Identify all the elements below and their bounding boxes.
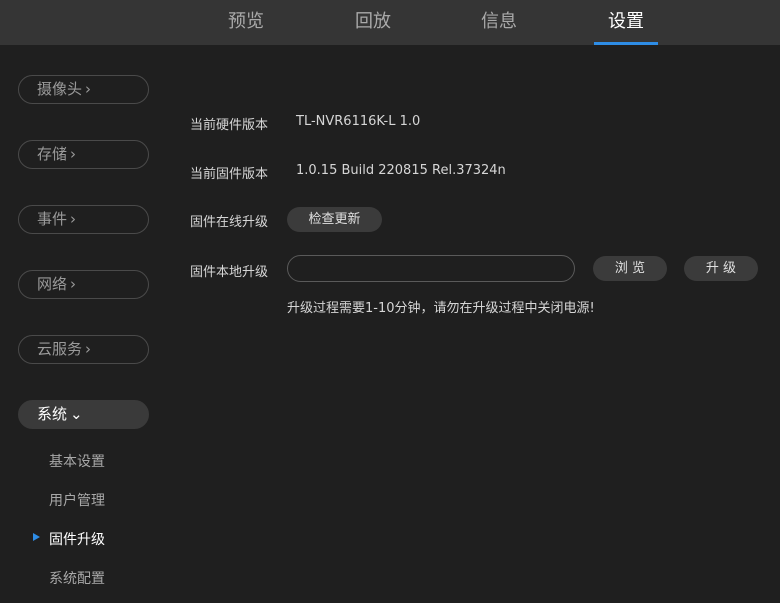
tab-label: 预览	[228, 11, 264, 32]
app-window: 预览 回放 信息 设置 摄像头 › 存储 › 事件 › 网络 › 云服务 › 系统 ⌄	[0, 0, 780, 603]
sidebar-item-label: 网络	[37, 275, 68, 293]
sidebar-item-label: 存储	[37, 145, 68, 163]
hardware-version-label: 当前硬件版本	[190, 118, 269, 133]
sidebar-item-storage[interactable]: 存储 ›	[18, 140, 149, 169]
sidebar-subitem-basic-settings[interactable]: 基本设置	[49, 451, 105, 471]
chevron-right-icon: ›	[85, 80, 92, 98]
firmware-file-input[interactable]	[287, 255, 575, 282]
online-upgrade-label: 固件在线升级	[190, 215, 269, 230]
chevron-right-icon: ›	[70, 145, 77, 163]
tab-label: 回放	[355, 11, 391, 32]
sidebar-item-label: 系统	[37, 405, 68, 423]
firmware-version-value: 1.0.15 Build 220815 Rel.37324n	[296, 163, 506, 178]
sidebar-item-cloud[interactable]: 云服务 ›	[18, 335, 149, 364]
tab-label: 信息	[481, 11, 517, 32]
active-tab-indicator	[594, 42, 658, 45]
local-upgrade-label: 固件本地升级	[190, 265, 269, 280]
sidebar-item-camera[interactable]: 摄像头 ›	[18, 75, 149, 104]
tab-info[interactable]: 信息	[467, 0, 531, 45]
firmware-version-label: 当前固件版本	[190, 167, 269, 182]
sidebar-item-label: 事件	[37, 210, 68, 228]
active-item-arrow-icon	[33, 533, 40, 541]
upgrade-button[interactable]: 升 级	[684, 256, 758, 281]
top-nav: 预览 回放 信息 设置	[0, 0, 780, 45]
tab-label: 设置	[608, 11, 644, 32]
sidebar-item-events[interactable]: 事件 ›	[18, 205, 149, 234]
chevron-right-icon: ›	[70, 210, 77, 228]
tab-settings[interactable]: 设置	[594, 0, 658, 45]
tab-preview[interactable]: 预览	[214, 0, 278, 45]
hardware-version-value: TL-NVR6116K-L 1.0	[296, 114, 421, 129]
sidebar-subitem-firmware-upgrade[interactable]: 固件升级	[49, 529, 105, 549]
check-update-button[interactable]: 检查更新	[287, 207, 382, 232]
sidebar-item-label: 云服务	[37, 340, 83, 358]
sidebar-subitem-system-config[interactable]: 系统配置	[49, 568, 105, 588]
upgrade-warning-text: 升级过程需要1-10分钟，请勿在升级过程中关闭电源!	[287, 301, 595, 316]
chevron-right-icon: ›	[70, 275, 77, 293]
chevron-down-icon: ⌄	[70, 405, 83, 423]
tab-playback[interactable]: 回放	[341, 0, 405, 45]
browse-button[interactable]: 浏 览	[593, 256, 667, 281]
sidebar: 摄像头 › 存储 › 事件 › 网络 › 云服务 › 系统 ⌄ 基本设置 用户管理 固件升级…	[0, 45, 170, 603]
sidebar-subitem-user-management[interactable]: 用户管理	[49, 490, 105, 510]
sidebar-item-network[interactable]: 网络 ›	[18, 270, 149, 299]
sidebar-item-system[interactable]: 系统 ⌄	[18, 400, 149, 429]
chevron-right-icon: ›	[85, 340, 92, 358]
sidebar-item-label: 摄像头	[37, 80, 83, 98]
